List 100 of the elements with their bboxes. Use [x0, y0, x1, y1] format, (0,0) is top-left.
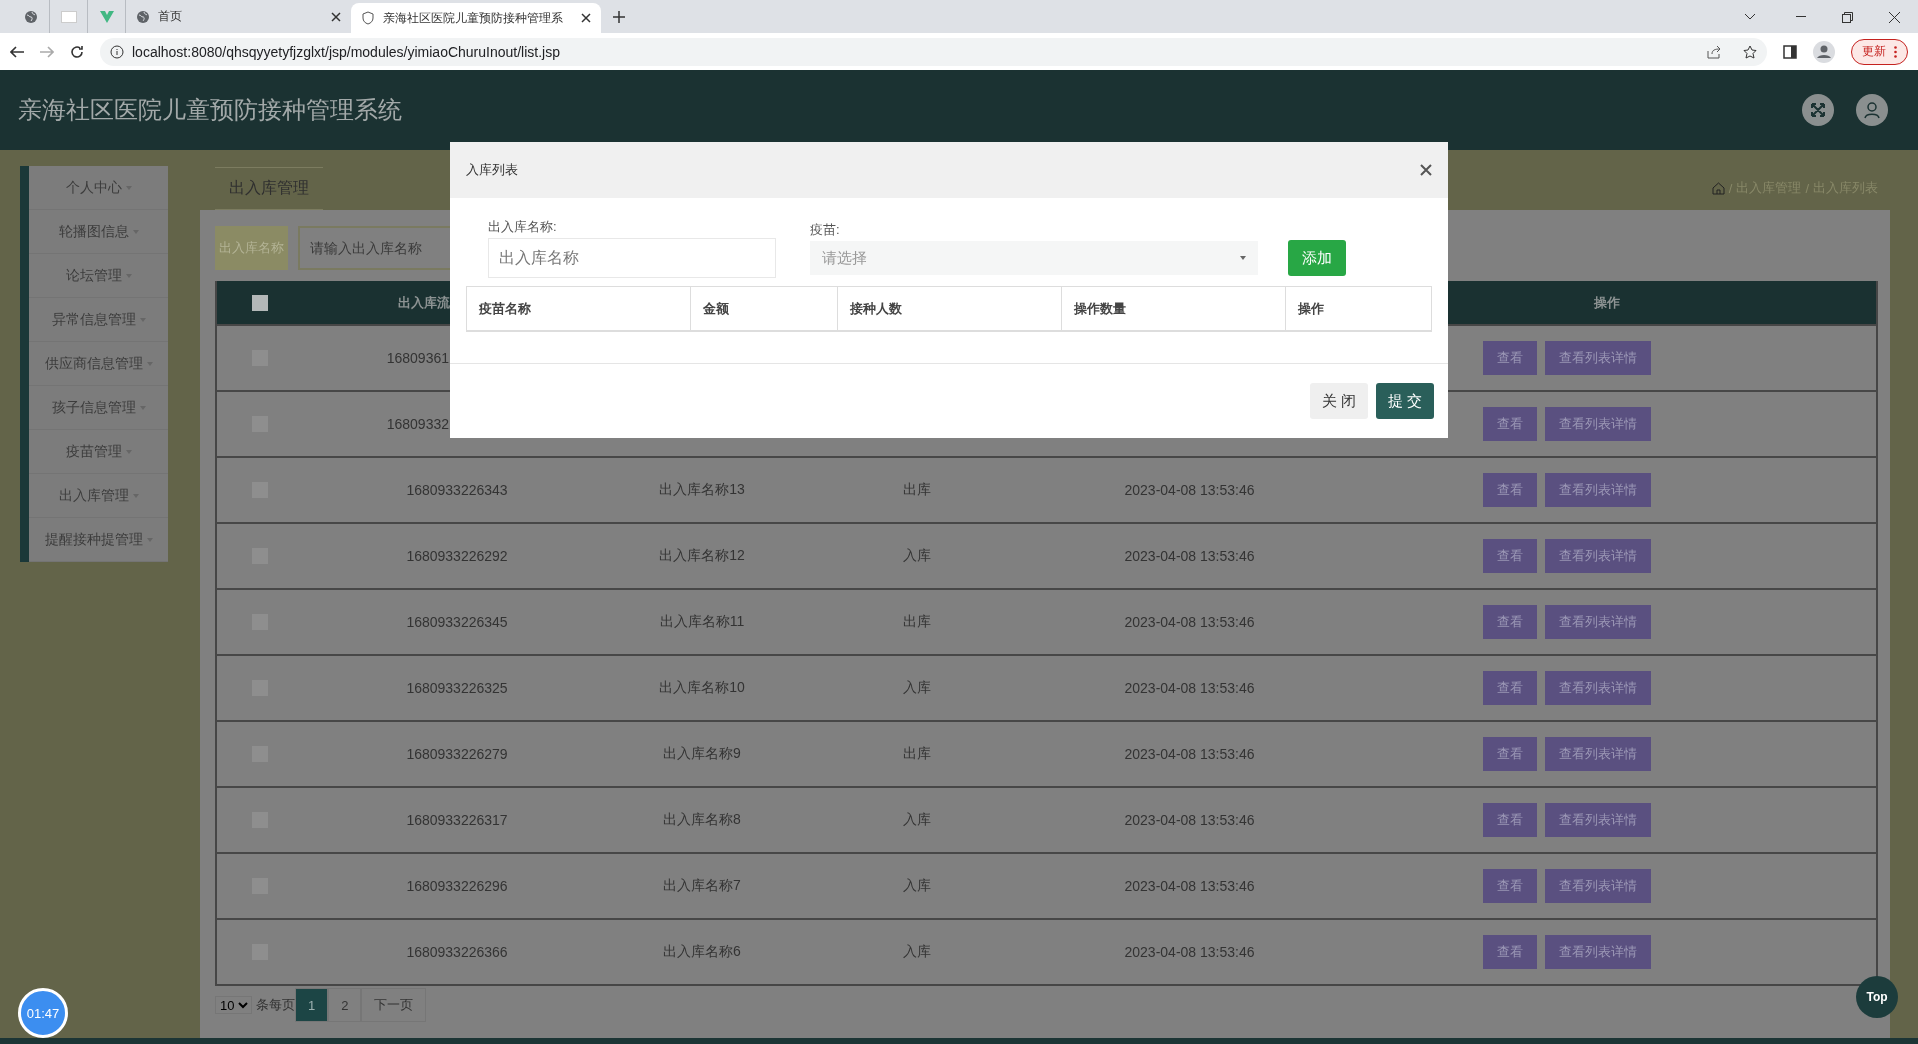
- app-title: 亲海社区医院儿童预防接种管理系统: [18, 95, 402, 125]
- action-button[interactable]: 查看列表详情: [1544, 737, 1651, 771]
- column-header: 接种人数: [838, 287, 1062, 330]
- column-header: 操作数量: [1062, 287, 1286, 330]
- info-icon: [110, 44, 124, 59]
- action-button[interactable]: 查看列表详情: [1544, 935, 1651, 969]
- minimize-icon[interactable]: [1796, 16, 1806, 18]
- restore-icon[interactable]: [1842, 12, 1853, 23]
- table-cell: 1680933226343: [406, 482, 508, 498]
- star-icon[interactable]: [1743, 44, 1757, 59]
- caret-icon: [1240, 256, 1246, 260]
- action-button[interactable]: 查看列表详情: [1544, 803, 1651, 837]
- submit-button[interactable]: 提 交: [1375, 383, 1434, 419]
- per-page-label: 条每页: [256, 996, 295, 1014]
- action-button[interactable]: 查看列表详情: [1544, 605, 1651, 639]
- table-cell: 16809332: [386, 416, 449, 432]
- sidebar-item[interactable]: 孩子信息管理: [29, 386, 168, 430]
- column-header: 操作: [1297, 299, 1325, 318]
- column-header: 操作: [1593, 293, 1620, 312]
- close-icon[interactable]: [581, 13, 591, 23]
- page-size-select[interactable]: 10: [215, 996, 252, 1014]
- action-button[interactable]: 查看: [1482, 407, 1537, 441]
- table-cell: 出库: [903, 613, 931, 631]
- close-icon[interactable]: [1889, 12, 1900, 23]
- action-button[interactable]: 查看列表详情: [1544, 407, 1651, 441]
- table-cell: 出库: [903, 745, 931, 763]
- sidebar-item[interactable]: 供应商信息管理: [29, 342, 168, 386]
- close-icon[interactable]: [1420, 164, 1432, 176]
- table-cell: 2023-04-08 13:53:46: [1124, 812, 1255, 828]
- table-cell: 1680933226279: [406, 746, 508, 762]
- sidebar-item[interactable]: 提醒接种提管理: [29, 518, 168, 562]
- update-button[interactable]: 更新: [1851, 38, 1908, 65]
- side-panel-icon[interactable]: [1783, 44, 1797, 59]
- action-button[interactable]: 查看列表详情: [1544, 473, 1651, 507]
- table-cell: 1680933226296: [406, 878, 508, 894]
- action-button[interactable]: 查看: [1482, 341, 1537, 375]
- table-cell: 出库: [903, 481, 931, 499]
- table-cell: 1680933226325: [406, 680, 508, 696]
- table-cell: 入库: [903, 547, 931, 565]
- chevron-down-icon[interactable]: [1744, 13, 1756, 21]
- action-button[interactable]: 查看: [1482, 803, 1537, 837]
- action-button[interactable]: 查看: [1482, 605, 1537, 639]
- plus-icon[interactable]: [613, 11, 625, 23]
- table-cell: 出入库名称7: [663, 877, 741, 895]
- action-button[interactable]: 查看: [1482, 935, 1537, 969]
- select-all-checkbox[interactable]: [251, 294, 268, 311]
- table-cell: 出入库名称13: [659, 481, 745, 499]
- table-cell: 出入库名称11: [659, 613, 745, 631]
- close-button[interactable]: 关 闭: [1309, 383, 1368, 419]
- table-cell: 2023-04-08 13:53:46: [1124, 548, 1255, 564]
- sidebar-item[interactable]: 轮播图信息: [29, 210, 168, 254]
- breadcrumb-separator: /: [1805, 180, 1809, 196]
- sidebar-item[interactable]: 出入库管理: [29, 474, 168, 518]
- sidebar-item[interactable]: 个人中心: [29, 166, 168, 210]
- close-icon[interactable]: [331, 11, 341, 22]
- action-button[interactable]: 查看列表详情: [1544, 869, 1651, 903]
- address-bar[interactable]: localhost:8080/qhsqyyetyfjzglxt/jsp/modules/yimiaoChuruInout/list.jsp: [100, 37, 1767, 66]
- sidebar-item[interactable]: 异常信息管理: [29, 298, 168, 342]
- action-button[interactable]: 查看列表详情: [1544, 539, 1651, 573]
- table-cell: 2023-04-08 13:53:46: [1124, 746, 1255, 762]
- column-header: 金额: [691, 287, 838, 330]
- reload-icon[interactable]: [70, 44, 84, 59]
- share-icon[interactable]: [1707, 44, 1721, 59]
- page-button[interactable]: 2: [328, 988, 362, 1022]
- action-button[interactable]: 查看: [1482, 539, 1537, 573]
- table-cell: 入库: [903, 943, 931, 961]
- action-button[interactable]: 查看列表详情: [1544, 341, 1651, 375]
- table-cell: 1680933226317: [406, 812, 508, 828]
- table-cell: 1680933226345: [406, 614, 508, 630]
- action-button[interactable]: 查看列表详情: [1544, 671, 1651, 705]
- table-cell: 1680933226366: [406, 944, 508, 960]
- table-cell: 2023-04-08 13:53:46: [1124, 482, 1255, 498]
- page-button[interactable]: 1: [295, 988, 329, 1022]
- browser-tab[interactable]: 亲海社区医院儿童预防接种管理系: [351, 3, 601, 33]
- vaccine-select[interactable]: 请选择: [810, 241, 1258, 275]
- browser-tab[interactable]: 首页: [126, 0, 351, 33]
- sidebar-item[interactable]: 论坛管理: [29, 254, 168, 298]
- shield-icon: [361, 11, 375, 25]
- name-input-field[interactable]: 出入库名称: [488, 238, 776, 278]
- table-cell: 2023-04-08 13:53:46: [1124, 878, 1255, 894]
- table-cell: 2023-04-08 13:53:46: [1124, 944, 1255, 960]
- fullscreen-icon[interactable]: [1802, 94, 1834, 126]
- table-cell: 入库: [903, 877, 931, 895]
- url-text: localhost:8080/qhsqyyetyfjzglxt/jsp/modules/yimiaoChuruInout/list.jsp: [132, 43, 561, 60]
- profile-icon[interactable]: [1813, 40, 1835, 63]
- page-icon: [60, 10, 77, 23]
- action-button[interactable]: 查看: [1482, 671, 1537, 705]
- column-header: 出入库流: [398, 293, 450, 312]
- table-cell: 出入库名称6: [663, 943, 741, 961]
- table-cell: 入库: [903, 679, 931, 697]
- user-icon[interactable]: [1856, 94, 1888, 126]
- table-cell: 出入库名称10: [659, 679, 745, 697]
- table-cell: 入库: [903, 811, 931, 829]
- action-button[interactable]: 查看: [1482, 869, 1537, 903]
- back-icon[interactable]: [10, 45, 24, 58]
- add-button[interactable]: 添加: [1288, 240, 1346, 276]
- sidebar-item[interactable]: 疫苗管理: [29, 430, 168, 474]
- dialog-title: 入库列表: [466, 161, 518, 179]
- action-button[interactable]: 查看: [1482, 473, 1537, 507]
- action-button[interactable]: 查看: [1482, 737, 1537, 771]
